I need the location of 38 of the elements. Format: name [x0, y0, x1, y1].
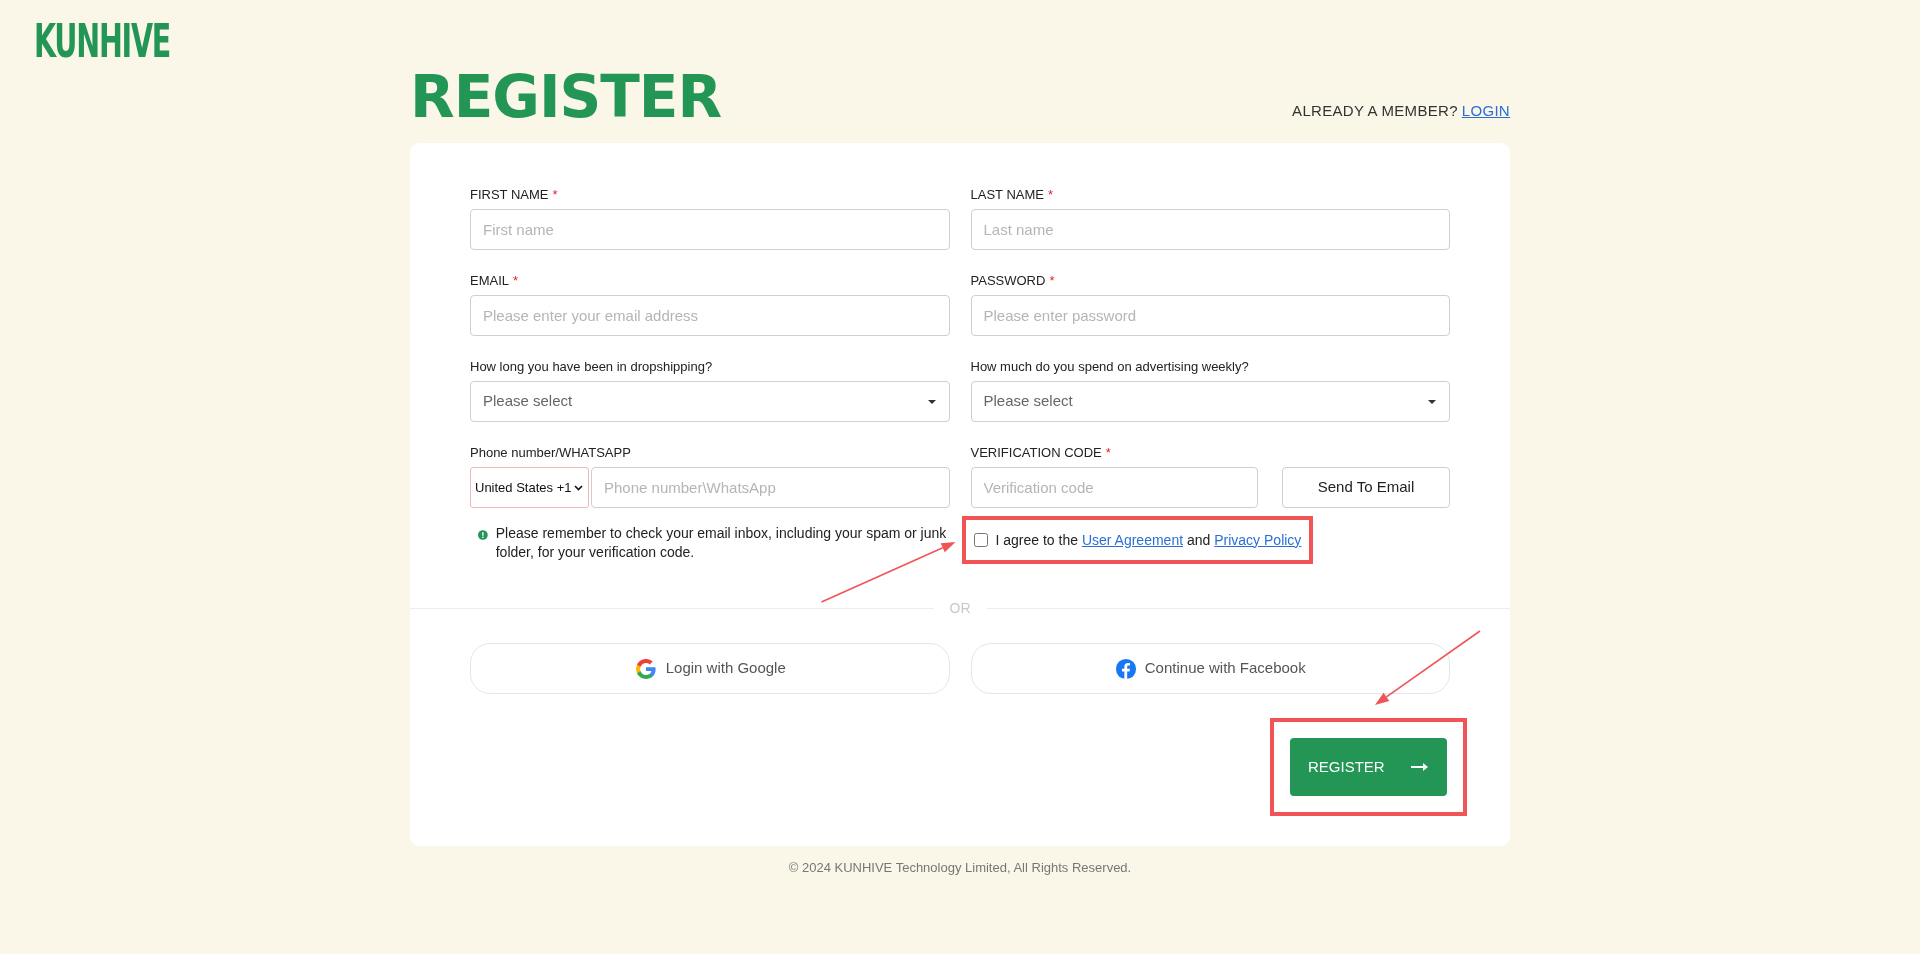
- verification-notice: Please remember to check your email inbox, including your spam or junk folder, for your verification code.: [495, 524, 948, 562]
- send-code-button[interactable]: Send To Email: [1282, 467, 1450, 508]
- select-field[interactable]: Please select: [470, 381, 950, 422]
- copyright-text: © 2024 KUNHIVE Technology Limited, All Rights Reserved.: [787, 859, 1133, 877]
- member-prompt: ALREADY A MEMBER?: [1292, 100, 1458, 121]
- caret-icon: [1427, 398, 1437, 405]
- facebook-icon: [1114, 657, 1137, 680]
- text-field[interactable]: Please enter password: [970, 295, 1450, 336]
- user-agreement-link[interactable]: User Agreement: [1081, 531, 1184, 548]
- social-login-button[interactable]: Continue with Facebook: [970, 643, 1450, 694]
- page-title: REGISTER: [410, 68, 722, 126]
- logo: KUNHIVE: [34, 18, 170, 64]
- info-icon: [478, 528, 488, 542]
- field-label: LAST NAME *: [970, 187, 1054, 203]
- text-field[interactable]: Please enter your email address: [470, 295, 950, 336]
- register-button[interactable]: REGISTER: [1290, 738, 1447, 796]
- privacy-policy-link[interactable]: Privacy Policy: [1214, 531, 1302, 548]
- arrow-right-icon: [1411, 762, 1429, 772]
- field-label: PASSWORD *: [970, 273, 1056, 289]
- field-label: How long you have been in dropshipping?: [470, 359, 714, 375]
- chevron-icon: [574, 484, 584, 491]
- field-label: EMAIL *: [470, 273, 520, 289]
- social-login-button[interactable]: Login with Google: [470, 643, 950, 694]
- text-field[interactable]: Last name: [970, 209, 1450, 250]
- caret-icon: [926, 398, 937, 405]
- select-field[interactable]: Please select: [970, 381, 1450, 422]
- agreement-text: I agree to the User Agreement and Privacy Policy: [995, 530, 1302, 550]
- login-link[interactable]: LOGIN: [1461, 99, 1510, 122]
- agree-checkbox[interactable]: [973, 533, 988, 547]
- phone-field[interactable]: Phone number\WhatsApp: [591, 467, 950, 508]
- field-label: VERIFICATION CODE *: [970, 445, 1112, 461]
- text-field[interactable]: First name: [470, 209, 950, 250]
- field-label: Phone number/WHATSAPP: [470, 445, 632, 461]
- google-icon: [633, 656, 658, 681]
- field-label: How much do you spend on advertising weekly?: [970, 359, 1250, 375]
- field-label: FIRST NAME *: [470, 187, 559, 203]
- country-select[interactable]: United States +1: [470, 467, 589, 508]
- code-field[interactable]: Verification code: [970, 467, 1258, 508]
